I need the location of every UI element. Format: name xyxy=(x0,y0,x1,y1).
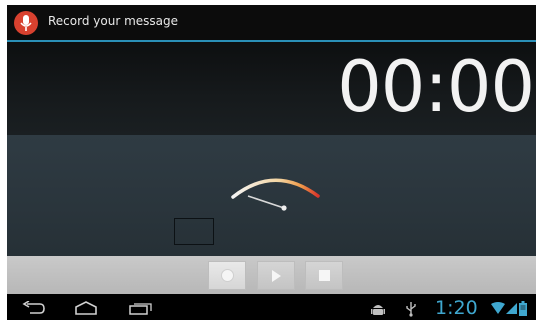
signal-icon xyxy=(506,303,517,314)
wifi-icon xyxy=(491,302,505,314)
elapsed-timer: 00:00 xyxy=(337,46,535,128)
home-icon[interactable] xyxy=(73,301,99,315)
recent-apps-icon[interactable] xyxy=(128,301,154,315)
title-bar: Record your message xyxy=(7,5,536,40)
record-button[interactable] xyxy=(208,261,246,290)
play-button[interactable] xyxy=(257,261,295,290)
device-screen: Record your message 00:00 1:20 xyxy=(7,5,536,320)
microphone-icon[interactable] xyxy=(13,10,39,36)
android-debug-icon xyxy=(371,305,385,315)
stop-button[interactable] xyxy=(305,261,343,290)
level-indicator-box xyxy=(174,218,214,245)
window-title: Record your message xyxy=(48,14,179,28)
battery-icon xyxy=(519,301,527,316)
stop-icon xyxy=(318,270,330,281)
usb-icon xyxy=(406,302,416,317)
gauge-needle xyxy=(247,195,285,209)
record-icon xyxy=(220,269,234,282)
back-icon[interactable] xyxy=(21,301,47,315)
status-clock: 1:20 xyxy=(435,297,478,319)
play-icon xyxy=(271,269,281,282)
level-gauge xyxy=(231,178,320,211)
gauge-pivot xyxy=(281,205,287,211)
